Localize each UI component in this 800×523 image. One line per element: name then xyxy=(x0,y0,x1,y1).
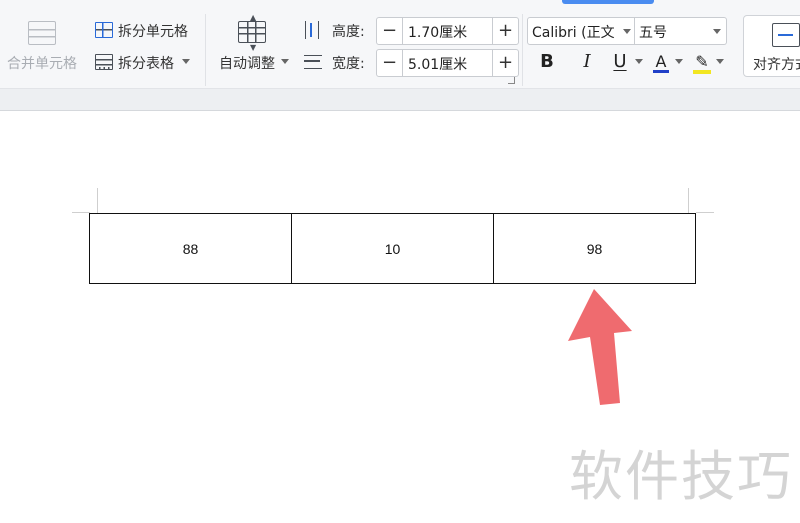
alignment-label: 对齐方式 xyxy=(753,57,800,73)
ribbon-toolbar: 合并单元格 拆分单元格 拆分表格 ▲ ▼ 自动调整 高度: − 1.70厘米 +… xyxy=(0,0,800,89)
font-family-select[interactable]: Calibri (正文 xyxy=(527,17,635,45)
width-increment-button[interactable]: + xyxy=(492,50,518,76)
font-color-chevron-down-icon[interactable] xyxy=(675,59,683,64)
table-cell[interactable]: 98 xyxy=(493,213,696,284)
page-margin-guide xyxy=(688,188,689,213)
merge-cells-button: 合并单元格 xyxy=(7,56,77,72)
height-stepper[interactable]: − 1.70厘米 + xyxy=(376,17,519,45)
data-table[interactable]: 88 10 98 xyxy=(89,213,696,284)
height-label: 高度: xyxy=(332,24,365,40)
font-size-chevron-down-icon[interactable] xyxy=(713,29,721,34)
highlight-color-swatch xyxy=(693,70,711,74)
autofit-down-arrow-icon: ▼ xyxy=(250,43,257,52)
split-table-chevron-down-icon[interactable] xyxy=(182,59,190,64)
split-cells-icon xyxy=(95,22,113,38)
table-cell[interactable]: 10 xyxy=(291,213,494,284)
autofit-button[interactable]: 自动调整 xyxy=(219,53,275,73)
width-decrement-button[interactable]: − xyxy=(377,50,403,76)
width-input[interactable]: 5.01厘米 xyxy=(408,54,467,74)
height-decrement-button[interactable]: − xyxy=(377,18,403,44)
font-family-value: Calibri (正文 xyxy=(532,25,615,41)
font-size-select[interactable]: 五号 xyxy=(635,17,727,45)
group-divider xyxy=(205,14,206,86)
underline-button[interactable]: U xyxy=(609,50,631,74)
merge-cells-icon xyxy=(28,21,56,45)
watermark-text: 软件技巧 xyxy=(569,445,793,508)
row-height-icon xyxy=(305,21,319,39)
dialog-launcher-icon[interactable] xyxy=(508,77,515,84)
bold-button[interactable]: B xyxy=(537,50,557,74)
font-color-swatch xyxy=(653,70,669,73)
autofit-table-icon xyxy=(238,21,266,43)
autofit-chevron-down-icon[interactable] xyxy=(281,59,289,64)
width-label: 宽度: xyxy=(332,56,365,72)
height-increment-button[interactable]: + xyxy=(492,18,518,44)
highlight-chevron-down-icon[interactable] xyxy=(716,59,724,64)
ruler-strip xyxy=(0,89,800,111)
table-cell[interactable]: 88 xyxy=(89,213,292,284)
page-margin-guide xyxy=(97,188,98,213)
font-size-value: 五号 xyxy=(639,25,667,41)
split-table-icon xyxy=(95,54,113,70)
group-divider xyxy=(522,14,523,86)
up-arrow-annotation-icon xyxy=(568,289,632,405)
cell-alignment-icon xyxy=(772,23,800,47)
table-row: 88 10 98 xyxy=(89,213,696,284)
active-tab-indicator xyxy=(562,0,654,4)
page-margin-guide xyxy=(72,212,90,213)
italic-button[interactable]: I xyxy=(577,50,597,74)
height-input[interactable]: 1.70厘米 xyxy=(408,22,467,42)
font-family-chevron-down-icon[interactable] xyxy=(623,29,631,34)
column-width-icon xyxy=(304,55,322,69)
alignment-button[interactable]: 对齐方式 xyxy=(743,15,800,77)
underline-chevron-down-icon[interactable] xyxy=(635,59,643,64)
split-table-button[interactable]: 拆分表格 xyxy=(118,53,174,73)
width-stepper[interactable]: − 5.01厘米 + xyxy=(376,49,519,77)
split-cells-button[interactable]: 拆分单元格 xyxy=(118,21,188,41)
arrow-shape xyxy=(568,289,632,405)
page-margin-guide xyxy=(696,212,714,213)
